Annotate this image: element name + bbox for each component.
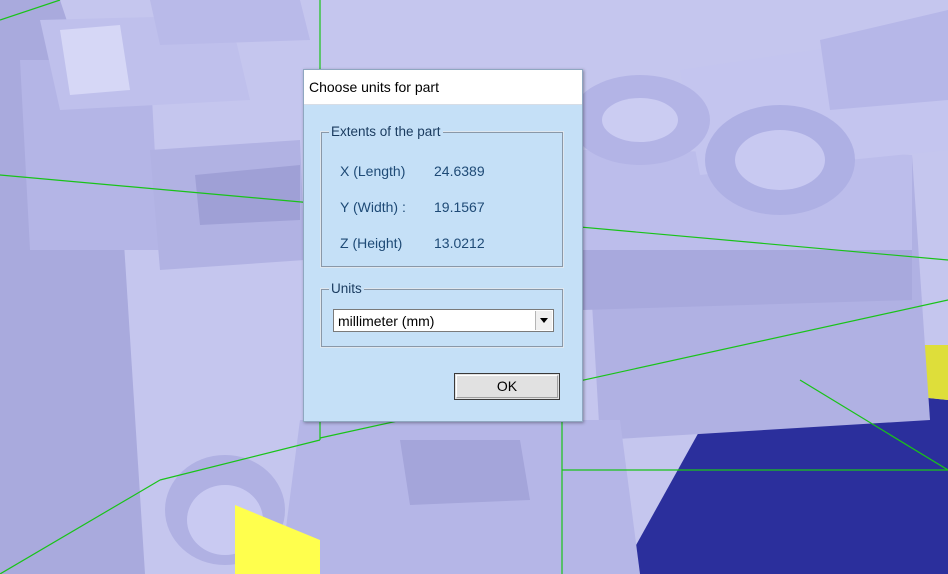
units-dropdown[interactable]: millimeter (mm)	[333, 309, 554, 332]
dialog-title: Choose units for part	[309, 79, 439, 95]
z-height-value: 13.0212	[434, 235, 485, 251]
x-length-label: X (Length)	[340, 163, 406, 179]
choose-units-dialog: Choose units for part Extents of the par…	[303, 69, 583, 422]
extents-groupbox: Extents of the part X (Length) 24.6389 Y…	[320, 124, 564, 268]
units-selected-value: millimeter (mm)	[338, 313, 435, 329]
y-width-value: 19.1567	[434, 199, 485, 215]
ok-button[interactable]: OK	[454, 373, 560, 400]
dialog-titlebar[interactable]: Choose units for part	[304, 70, 582, 105]
units-legend: Units	[329, 281, 364, 296]
chevron-down-icon[interactable]	[535, 311, 552, 330]
x-length-value: 24.6389	[434, 163, 485, 179]
extents-legend: Extents of the part	[329, 124, 443, 139]
y-width-label: Y (Width) :	[340, 199, 406, 215]
units-groupbox: Units millimeter (mm)	[320, 281, 564, 348]
z-height-label: Z (Height)	[340, 235, 403, 251]
